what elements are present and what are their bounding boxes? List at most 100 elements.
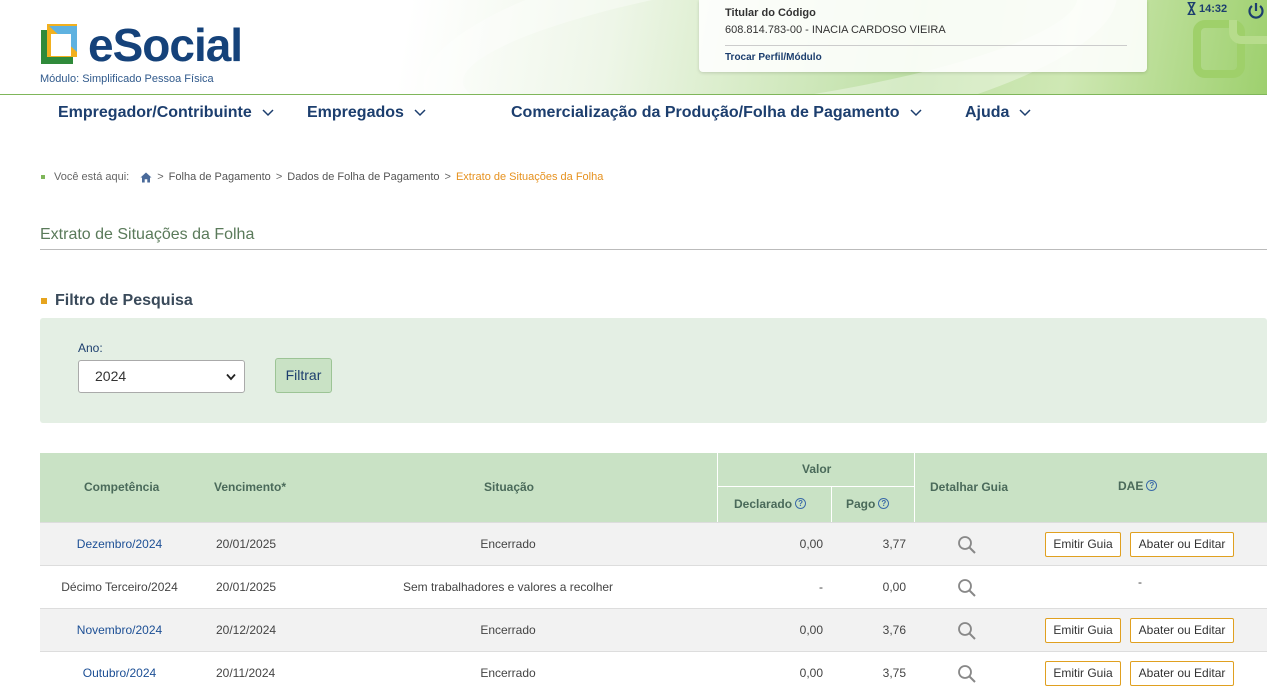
row-dae: -	[1138, 575, 1142, 589]
hourglass-icon	[1187, 2, 1196, 15]
user-divider	[725, 45, 1127, 46]
nav-empregados[interactable]: Empregados	[307, 104, 426, 122]
row-pago: 3,76	[882, 623, 906, 637]
year-select[interactable]: 2024	[78, 360, 245, 393]
table-row: Outubro/2024 20/11/2024 Encerrado 0,00 3…	[40, 651, 1267, 694]
search-icon[interactable]	[957, 535, 977, 555]
row-situacao: Encerrado	[480, 666, 536, 680]
header-pago-label: Pago	[846, 497, 876, 511]
header-declarado: Declarado?	[734, 497, 807, 511]
header-pago: Pago?	[846, 497, 890, 511]
help-icon[interactable]: ?	[1146, 480, 1158, 491]
row-pago: 3,75	[882, 666, 906, 680]
year-select-value: 2024	[95, 368, 127, 384]
row-pago: 0,00	[882, 580, 906, 594]
nav-comercializacao-label: Comercialização da Produção/Folha de Pag…	[511, 104, 900, 121]
nav-empregador[interactable]: Empregador/Contribuinte	[58, 104, 274, 122]
switch-profile-link[interactable]: Trocar Perfil/Módulo	[725, 52, 822, 63]
session-timer: 14:32	[1187, 2, 1227, 15]
breadcrumb-separator: >	[157, 171, 164, 183]
user-info-box: Titular do Código 608.814.783-00 - INACI…	[699, 0, 1147, 72]
header-valor: Valor	[802, 462, 832, 476]
abater-editar-button[interactable]: Abater ou Editar	[1130, 532, 1234, 557]
emitir-guia-button[interactable]: Emitir Guia	[1045, 661, 1121, 686]
row-vencimento: 20/01/2025	[216, 580, 277, 594]
esocial-logo-mark-icon	[41, 24, 77, 64]
row-competencia[interactable]: Novembro/2024	[40, 609, 199, 651]
header-divider	[914, 453, 915, 522]
header-declarado-label: Declarado	[734, 497, 793, 511]
header-detalhar: Detalhar Guia	[930, 480, 1009, 494]
breadcrumb-item-dados[interactable]: Dados de Folha de Pagamento	[287, 171, 439, 183]
row-competencia: Décimo Terceiro/2024	[61, 580, 178, 594]
row-competencia[interactable]: Dezembro/2024	[40, 523, 199, 565]
abater-editar-button[interactable]: Abater ou Editar	[1130, 661, 1234, 686]
row-declarado: 0,00	[799, 537, 823, 551]
title-divider	[40, 249, 1267, 250]
breadcrumb-current: Extrato de Situações da Folha	[455, 171, 604, 183]
breadcrumb-item-folha[interactable]: Folha de Pagamento	[169, 171, 271, 183]
header-competencia: Competência	[84, 480, 160, 494]
header: eSocial Módulo: Simplificado Pessoa Físi…	[0, 0, 1267, 95]
session-timer-value: 14:32	[1199, 2, 1228, 15]
row-vencimento: 20/11/2024	[216, 666, 276, 680]
user-label: Titular do Código	[725, 7, 816, 19]
chevron-down-icon	[226, 373, 236, 381]
header-divider	[717, 453, 718, 522]
row-vencimento: 20/01/2025	[216, 537, 277, 551]
row-situacao: Encerrado	[480, 537, 536, 551]
page-title: Extrato de Situações da Folha	[40, 226, 255, 243]
row-declarado: -	[819, 580, 823, 594]
breadcrumb: Você está aqui: > Folha de Pagamento > D…	[41, 171, 603, 183]
nav-empregados-label: Empregados	[307, 104, 404, 121]
filter-panel: Ano: 2024 Filtrar	[40, 318, 1267, 423]
header-corner-decoration	[1193, 20, 1267, 78]
header-divider	[831, 486, 832, 522]
esocial-logo[interactable]: eSocial	[40, 19, 243, 71]
chevron-down-icon	[414, 109, 426, 117]
esocial-wordmark: eSocial	[88, 19, 243, 71]
table-row: Décimo Terceiro/2024 20/01/2025 Sem trab…	[40, 565, 1267, 608]
search-icon[interactable]	[957, 578, 977, 598]
filter-section-title: Filtro de Pesquisa	[41, 292, 193, 310]
header-vencimento: Vencimento*	[214, 480, 287, 494]
breadcrumb-bullet	[41, 175, 45, 179]
row-declarado: 0,00	[799, 623, 823, 637]
filter-title-text: Filtro de Pesquisa	[55, 292, 193, 309]
row-competencia[interactable]: Outubro/2024	[40, 652, 199, 694]
filter-button[interactable]: Filtrar	[275, 358, 332, 393]
main-nav: Empregador/Contribuinte Empregados Comer…	[0, 96, 1267, 130]
breadcrumb-separator: >	[275, 171, 283, 183]
abater-editar-button[interactable]: Abater ou Editar	[1130, 618, 1234, 643]
emitir-guia-button[interactable]: Emitir Guia	[1045, 532, 1121, 557]
help-icon[interactable]: ?	[795, 498, 807, 509]
module-label: Módulo: Simplificado Pessoa Física	[40, 73, 214, 85]
table-header: Competência Vencimento* Situação Valor D…	[40, 453, 1267, 522]
nav-comercializacao[interactable]: Comercialização da Produção/Folha de Pag…	[511, 104, 922, 122]
header-dae-label: DAE	[1118, 479, 1144, 493]
header-situacao: Situação	[484, 480, 535, 494]
row-pago: 3,77	[882, 537, 906, 551]
search-icon[interactable]	[957, 621, 977, 641]
power-icon[interactable]	[1247, 2, 1265, 20]
year-label: Ano:	[78, 341, 103, 355]
home-icon[interactable]	[140, 172, 152, 183]
section-marker	[41, 298, 47, 304]
search-icon[interactable]	[957, 664, 977, 684]
user-value: 608.814.783-00 - INACIA CARDOSO VIEIRA	[725, 24, 946, 36]
nav-ajuda-label: Ajuda	[965, 104, 1010, 121]
chevron-down-icon	[1019, 109, 1031, 117]
emitir-guia-button[interactable]: Emitir Guia	[1045, 618, 1121, 643]
nav-empregador-label: Empregador/Contribuinte	[58, 104, 252, 121]
header-divider	[717, 486, 914, 487]
header-dae: DAE?	[1118, 479, 1158, 493]
help-icon[interactable]: ?	[878, 498, 890, 509]
payroll-status-table: Competência Vencimento* Situação Valor D…	[40, 453, 1267, 694]
chevron-down-icon	[262, 109, 274, 117]
nav-ajuda[interactable]: Ajuda	[965, 104, 1031, 122]
row-vencimento: 20/12/2024	[216, 623, 277, 637]
table-row: Dezembro/2024 20/01/2025 Encerrado 0,00 …	[40, 522, 1267, 565]
breadcrumb-separator: >	[444, 171, 451, 183]
row-declarado: 0,00	[799, 666, 823, 680]
table-row: Novembro/2024 20/12/2024 Encerrado 0,00 …	[40, 608, 1267, 651]
